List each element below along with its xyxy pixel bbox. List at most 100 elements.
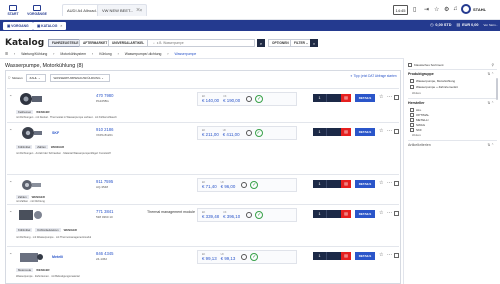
chevron-up-icon[interactable]: ⌃ bbox=[9, 180, 12, 185]
quantity-value[interactable]: 1 bbox=[313, 94, 327, 102]
info-icon[interactable] bbox=[246, 212, 253, 218]
less-toggle[interactable]: WENIGER bbox=[64, 228, 77, 232]
row-checkbox[interactable] bbox=[394, 129, 399, 134]
sidebar-group-icons[interactable]: ⇅ ⌃ bbox=[487, 72, 494, 76]
sidebar-item-maker[interactable]: METELLI bbox=[410, 118, 429, 122]
star-icon[interactable]: ☆ bbox=[434, 6, 439, 13]
article-number[interactable]: 911 7595 bbox=[96, 179, 113, 184]
search-button[interactable]: ⌕ bbox=[257, 39, 265, 47]
optionen-button[interactable]: OPTIONEN bbox=[268, 39, 293, 47]
less-toggle[interactable]: WENIGER bbox=[36, 268, 49, 272]
quantity-value[interactable]: 1 bbox=[313, 252, 327, 260]
checkbox[interactable] bbox=[410, 128, 414, 132]
stock-icon[interactable]: ✓ bbox=[255, 95, 264, 103]
stock-icon[interactable]: ✓ bbox=[255, 211, 264, 219]
more-icon[interactable]: ··· bbox=[387, 94, 392, 100]
export-icon[interactable]: ⇥ bbox=[424, 6, 429, 13]
star-icon[interactable]: ☆ bbox=[379, 252, 383, 258]
sidebar-item-maker[interactable]: ALL bbox=[410, 108, 421, 112]
group-select[interactable]: WASSERPUMPENAUSFÜHRUNG ⌄ bbox=[49, 74, 110, 82]
sidebar-item-zahnriemenkit[interactable]: Wasserpumpe + Zahnriemenkit bbox=[410, 85, 458, 89]
start-button[interactable]: START bbox=[2, 0, 24, 20]
cart-icon[interactable]: ▤ bbox=[341, 180, 351, 188]
cart-icon[interactable]: ▤ bbox=[341, 252, 351, 260]
bell-icon[interactable]: ♫ bbox=[453, 6, 458, 12]
breadcrumb-item[interactable]: Kühlung bbox=[99, 52, 111, 56]
sort-select[interactable]: ZAHL ⌄ bbox=[25, 74, 46, 82]
tablet-icon[interactable]: ▯ bbox=[413, 6, 416, 13]
sidebar-item-maker[interactable]: SKF bbox=[410, 128, 422, 132]
sidebar-classic-toggle[interactable]: Klassisches Sortiment bbox=[408, 63, 444, 67]
stock-icon[interactable]: ✓ bbox=[250, 253, 259, 261]
filter-icon[interactable]: ⚲ bbox=[492, 63, 494, 67]
article-number[interactable]: 771 3841 bbox=[96, 209, 113, 214]
article-number[interactable]: 910 2186 bbox=[96, 127, 113, 132]
quantity-value[interactable]: 1 bbox=[313, 128, 327, 136]
sidebar-more-link[interactable]: Weitere bbox=[412, 92, 421, 95]
details-button[interactable]: DETAILS bbox=[355, 94, 375, 102]
row-checkbox[interactable] bbox=[394, 95, 399, 100]
stock-icon[interactable]: ✓ bbox=[250, 181, 259, 189]
row-checkbox[interactable] bbox=[394, 253, 399, 258]
more-icon[interactable]: ··· bbox=[387, 180, 392, 186]
article-number[interactable]: 846 4345 bbox=[96, 251, 113, 256]
more-icon[interactable]: ··· bbox=[387, 252, 392, 258]
sidebar-maker-icons[interactable]: ⇅ ⌃ bbox=[487, 101, 494, 105]
quantity-stepper[interactable]: 1 ▤ bbox=[313, 128, 351, 136]
info-icon[interactable] bbox=[246, 96, 253, 102]
sidebar-criteria-icons[interactable]: ⇅ ⌃ bbox=[487, 143, 494, 147]
less-toggle[interactable]: WENIGER bbox=[32, 195, 45, 199]
quantity-stepper[interactable]: 1 ▤ bbox=[313, 94, 351, 102]
sidebar-item-wasserpumpe[interactable]: Wasserpumpe, Motorkühlung bbox=[410, 79, 455, 83]
cart-icon[interactable]: ▤ bbox=[341, 94, 351, 102]
clear-button[interactable]: × bbox=[310, 39, 318, 47]
sidebar-item-maker[interactable]: SWAG bbox=[410, 123, 425, 127]
settings-icon[interactable]: ⚙ bbox=[444, 6, 449, 13]
menu-icon[interactable]: ☰ bbox=[5, 52, 8, 56]
tab-vorgang[interactable]: ▣ VORGANG bbox=[3, 21, 33, 30]
chevron-left-icon[interactable]: ‹ bbox=[14, 52, 15, 56]
checkbox[interactable] bbox=[410, 123, 414, 127]
breadcrumb-item[interactable]: Motorkühlsystem bbox=[60, 52, 86, 56]
quantity-stepper[interactable]: 1 ▤ bbox=[313, 180, 351, 188]
filter-fahrzeugteile[interactable]: FAHRZEUGTEILE bbox=[48, 39, 83, 47]
breadcrumb-item[interactable]: Wartung/Kühlung bbox=[21, 52, 47, 56]
stock-icon[interactable]: ✓ bbox=[254, 129, 263, 137]
details-button[interactable]: DETAILS bbox=[355, 180, 375, 188]
more-icon[interactable]: ··· bbox=[387, 128, 392, 134]
breadcrumb-item[interactable]: Wasserpumpe/-dichtung bbox=[125, 52, 162, 56]
cart-icon[interactable]: ▤ bbox=[341, 128, 351, 136]
checkbox[interactable] bbox=[410, 85, 414, 89]
less-toggle[interactable]: WENIGER bbox=[36, 110, 49, 114]
chevron-up-icon[interactable]: ⌃ bbox=[9, 252, 12, 257]
quantity-value[interactable]: 1 bbox=[313, 180, 327, 188]
quantity-value[interactable]: 1 bbox=[313, 210, 327, 218]
checkbox[interactable] bbox=[410, 108, 414, 112]
filter-universalartikel[interactable]: UNIVERSALARTIKEL bbox=[108, 39, 149, 47]
chevron-up-icon[interactable]: ⌃ bbox=[9, 128, 12, 133]
details-button[interactable]: DETAILS bbox=[355, 128, 375, 136]
cart-icon[interactable]: ▤ bbox=[341, 210, 351, 218]
checkbox[interactable] bbox=[408, 63, 412, 67]
checkbox[interactable] bbox=[410, 79, 414, 83]
dat-tip-link[interactable]: ✦ Tipp: jetzt DAT Abfrage starten bbox=[350, 74, 397, 78]
sidebar-item-maker[interactable]: OPTIMAL bbox=[410, 113, 429, 117]
star-icon[interactable]: ☆ bbox=[379, 210, 383, 216]
article-number[interactable]: 470 7980 bbox=[96, 93, 113, 98]
star-icon[interactable]: ☆ bbox=[379, 180, 383, 186]
chevron-up-icon[interactable]: ⌃ bbox=[9, 210, 12, 215]
new-tab-icon[interactable]: × bbox=[136, 7, 140, 14]
scrollbar[interactable] bbox=[496, 78, 498, 100]
quantity-stepper[interactable]: 1 ▤ bbox=[313, 252, 351, 260]
search-input[interactable]: ⌕ z.B. Wasserpumpe bbox=[147, 39, 255, 47]
details-button[interactable]: DETAILS bbox=[355, 252, 375, 260]
quantity-stepper[interactable]: 1 ▤ bbox=[313, 210, 351, 218]
info-icon[interactable] bbox=[245, 130, 252, 136]
user-menu[interactable]: STAHL bbox=[461, 4, 486, 14]
checkbox[interactable] bbox=[410, 113, 414, 117]
details-button[interactable]: DETAILS bbox=[355, 210, 375, 218]
star-icon[interactable]: ☆ bbox=[379, 128, 383, 134]
close-icon[interactable]: × bbox=[60, 24, 62, 28]
row-checkbox[interactable] bbox=[394, 211, 399, 216]
filter-aftermarket[interactable]: AFTERMARKET bbox=[79, 39, 112, 47]
